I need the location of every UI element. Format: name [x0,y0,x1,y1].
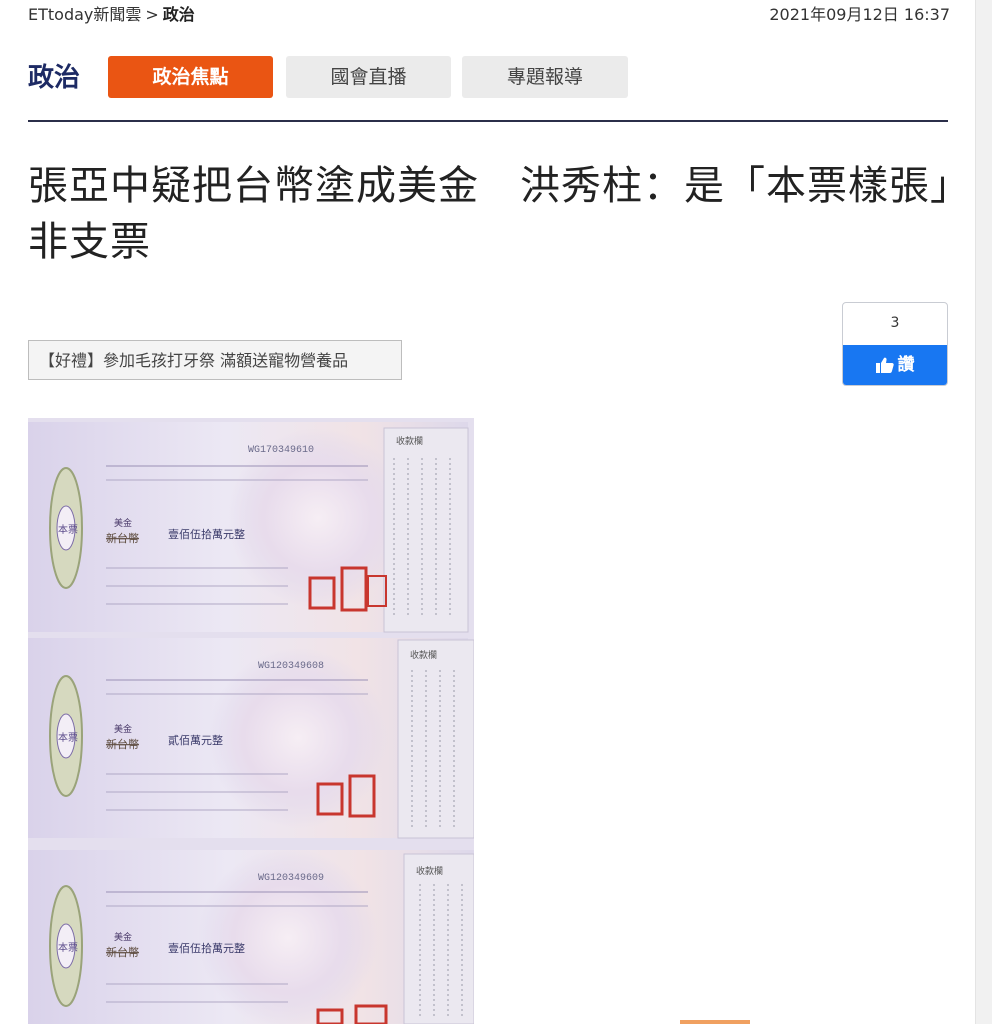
section-title[interactable]: 政治 [28,58,80,98]
cheques-illustration: 本票 WG170349610 新台幣 美金 壹佰伍拾萬元整 收款欄 本票 WG1… [28,418,474,1024]
breadcrumb-site-link[interactable]: ETtoday新聞雲 [28,5,141,24]
cheque-1-currency-handwritten: 美金 [114,517,132,529]
cheque-1-amount: 壹佰伍拾萬元整 [168,527,245,541]
cheque-1-currency-original: 新台幣 [106,531,139,545]
like-widget: 3 讚 [842,302,948,386]
article-photo: 本票 WG170349610 新台幣 美金 壹佰伍拾萬元整 收款欄 本票 WG1… [28,418,474,1024]
thumbs-up-icon [875,357,894,373]
tab-politics-focus[interactable]: 政治焦點 [108,56,273,98]
cheque-2-side-label: 本票 [58,731,78,744]
cheque-3-currency-original: 新台幣 [106,945,139,959]
like-button-label: 讚 [897,355,915,375]
cheque-1-side-label: 本票 [58,523,78,536]
cheque-2-amount: 貳佰萬元整 [168,733,223,747]
cheque-1-serial: WG170349610 [248,445,314,456]
like-count: 3 [890,315,900,331]
cheque-3-side-label: 本票 [58,941,78,954]
cheque-2: 本票 WG120349608 新台幣 美金 貳佰萬元整 收款欄 [28,638,474,839]
cheque-1: 本票 WG170349610 新台幣 美金 壹佰伍拾萬元整 收款欄 [28,422,469,633]
page: ETtoday新聞雲 > 政治 2021年09月12日 16:37 政治 政治焦點 … [0,0,992,1024]
cheque-3: 本票 WG120349609 新台幣 美金 壹佰伍拾萬元整 收款欄 [28,848,474,1024]
publish-datetime: 2021年09月12日 16:37 [769,5,950,24]
cheque-1-stub-label: 收款欄 [396,435,423,447]
cheque-2-serial: WG120349608 [258,661,324,672]
cheque-3-serial: WG120349609 [258,873,324,884]
tab-parliament-live[interactable]: 國會直播 [286,56,451,98]
vertical-scrollbar[interactable] [975,0,992,1024]
promo-link[interactable]: 【好禮】參加毛孩打牙祭 滿額送寵物營養品 [28,340,402,380]
cheque-2-currency-original: 新台幣 [106,737,139,751]
cheque-3-amount: 壹佰伍拾萬元整 [168,941,245,955]
breadcrumb-separator: > [145,5,159,24]
cheque-2-stub-label: 收款欄 [410,649,437,661]
tab-special-reports[interactable]: 專題報導 [462,56,628,98]
cheque-2-currency-handwritten: 美金 [114,723,132,735]
article-headline: 張亞中疑把台幣塗成美金 洪秀柱：是「本票樣張」非支票 [28,163,951,265]
section-nav: 政治 政治焦點 國會直播 專題報導 [28,54,948,100]
cheque-3-stub-label: 收款欄 [416,865,443,877]
section-divider [28,120,948,122]
like-button[interactable]: 讚 [843,345,947,385]
breadcrumb: ETtoday新聞雲 > 政治 2021年09月12日 16:37 [28,2,950,28]
bottom-edge-strip [680,1020,750,1024]
cheque-3-currency-handwritten: 美金 [114,931,132,943]
breadcrumb-category-link[interactable]: 政治 [163,5,195,24]
